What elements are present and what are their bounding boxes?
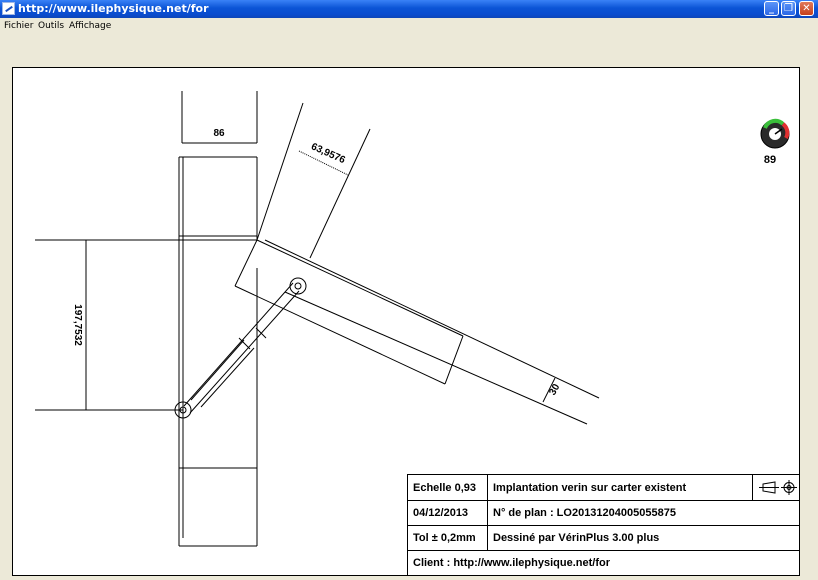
close-button[interactable]: ✕ [799,1,814,16]
dim-top-label: 86 [213,128,225,139]
minimize-icon: _ [769,3,774,14]
restore-icon: ❐ [784,3,793,14]
housing-outline [178,91,258,547]
client-label: Client : http://www.ilephysique.net/for [413,557,610,569]
menu-bar: Fichier Outils Affichage [0,18,818,35]
menu-fichier[interactable]: Fichier [4,21,33,31]
scale-label: Echelle 0,93 [413,482,476,494]
menu-affichage[interactable]: Affichage [69,21,111,31]
maximize-button[interactable]: ❐ [781,1,796,16]
date-label: 04/12/2013 [413,507,469,519]
window-title: http://www.ilephysique.net/for [18,2,209,15]
app-icon [2,2,15,15]
cylinder [174,277,307,419]
close-icon: ✕ [802,3,811,14]
title-bar[interactable]: http://www.ilephysique.net/for _ ❐ ✕ [0,0,818,18]
rotated-arm [234,102,600,425]
vertical-dimension [35,235,257,411]
dim-angled-label: 63,9576 [309,141,347,166]
plan-number: N° de plan : LO20131204005055875 [493,507,676,519]
drawn-by-label: Dessiné par VérinPlus 3.00 plus [493,532,660,544]
tolerance-label: Tol ± 0,2mm [413,532,476,544]
minimize-button[interactable]: _ [764,1,779,16]
projection-symbol-icon [759,480,797,495]
gauge-value: 89 [764,154,776,166]
drawing-canvas[interactable]: 86 63,9576 197,7532 30 89 Echelle 0,93 I… [12,67,800,576]
dim-rod-label: 30 [547,382,562,398]
title-block: Echelle 0,93 Implantation verin sur cart… [407,474,799,575]
gauge-icon [760,118,790,149]
menu-outils[interactable]: Outils [38,21,64,31]
dim-vertical-label: 197,7532 [72,304,83,346]
drawing-title: Implantation verin sur carter existent [493,482,687,494]
